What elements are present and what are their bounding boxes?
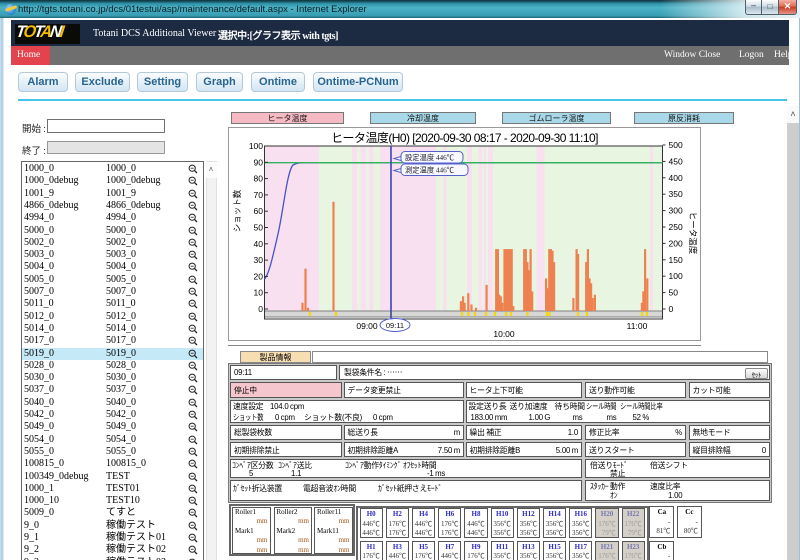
svg-text:測定温度 446℃: 測定温度 446℃: [405, 166, 454, 176]
svg-text:100: 100: [249, 141, 263, 151]
svg-text:設定温度 446℃: 設定温度 446℃: [405, 153, 454, 163]
svg-text:70: 70: [254, 190, 264, 200]
svg-text:09:11: 09:11: [386, 321, 404, 330]
svg-text:10:00: 10:00: [493, 329, 515, 339]
svg-text:400: 400: [669, 173, 683, 183]
svg-text:250: 250: [669, 222, 683, 232]
svg-text:09:00: 09:00: [356, 321, 378, 331]
svg-text:10: 10: [254, 288, 264, 298]
svg-text:0: 0: [258, 304, 263, 314]
svg-text:11:00: 11:00: [627, 321, 648, 331]
svg-text:80: 80: [254, 174, 264, 184]
svg-text:500: 500: [669, 140, 683, 150]
svg-text:50: 50: [669, 288, 679, 298]
svg-text:60: 60: [254, 206, 264, 216]
svg-text:0: 0: [669, 304, 674, 314]
svg-text:40: 40: [254, 239, 264, 249]
svg-text:ヒータ温度: ヒータ温度: [687, 212, 699, 255]
svg-text:350: 350: [669, 189, 683, 199]
svg-text:20: 20: [254, 271, 264, 281]
svg-text:100: 100: [669, 271, 683, 281]
svg-text:90: 90: [254, 157, 264, 167]
svg-text:200: 200: [669, 238, 683, 248]
svg-text:300: 300: [669, 206, 683, 216]
svg-text:ショット数: ショット数: [231, 189, 243, 232]
svg-text:50: 50: [254, 223, 264, 233]
svg-text:450: 450: [669, 156, 683, 166]
svg-text:30: 30: [254, 255, 264, 265]
svg-text:150: 150: [669, 255, 683, 265]
